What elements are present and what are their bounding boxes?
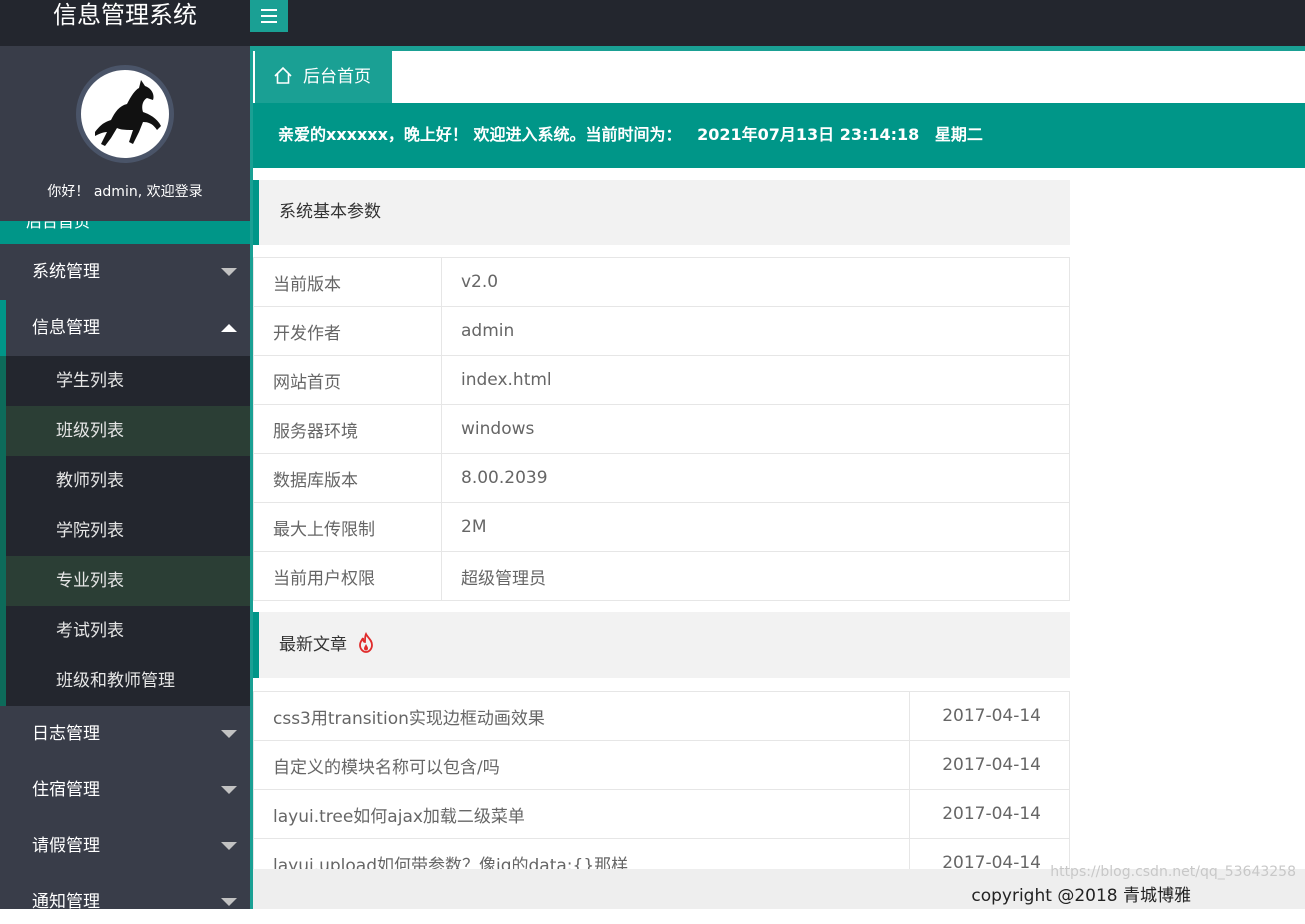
sidebar-submenu-info: 学生列表 班级列表 教师列表 学院列表 专业列表 考试列表 班级和教师管理 xyxy=(0,356,250,706)
param-value: index.html xyxy=(441,355,1070,405)
sidebar-item-info[interactable]: 信息管理 xyxy=(0,300,250,356)
table-row: 开发作者 admin xyxy=(253,306,1070,356)
article-title-link[interactable]: css3用transition实现边框动画效果 xyxy=(253,691,910,741)
param-value: windows xyxy=(441,404,1070,454)
current-datetime: 2021年07月13日 23:14:18 xyxy=(697,125,920,144)
home-icon xyxy=(274,66,292,84)
sidebar-item-notice[interactable]: 通知管理 xyxy=(0,874,250,909)
top-header: 信息管理系统 xyxy=(0,0,1305,46)
chevron-down-icon xyxy=(221,898,237,906)
sidebar-item-label: 请假管理 xyxy=(32,836,100,856)
table-row[interactable]: layui.tree如何ajax加载二级菜单 2017-04-14 xyxy=(253,789,1070,839)
table-row: 当前用户权限 超级管理员 xyxy=(253,551,1070,601)
sidebar-item-home-label: 后台首页 xyxy=(26,221,91,231)
submenu-item-students[interactable]: 学生列表 xyxy=(0,356,250,406)
horse-logo-icon xyxy=(95,80,161,146)
avatar[interactable] xyxy=(76,65,174,163)
sidebar-item-dorm[interactable]: 住宿管理 xyxy=(0,762,250,818)
user-profile: 你好！ admin, 欢迎登录 xyxy=(0,46,250,221)
submenu-item-classes[interactable]: 班级列表 xyxy=(0,406,250,456)
param-value: v2.0 xyxy=(441,257,1070,307)
tab-label: 后台首页 xyxy=(303,67,371,87)
param-key: 当前版本 xyxy=(253,257,442,307)
sidebar-item-logs[interactable]: 日志管理 xyxy=(0,706,250,762)
table-row: 网站首页 index.html xyxy=(253,355,1070,405)
param-key: 服务器环境 xyxy=(253,404,442,454)
chevron-down-icon xyxy=(221,268,237,276)
submenu-item-teachers[interactable]: 教师列表 xyxy=(0,456,250,506)
param-key: 当前用户权限 xyxy=(253,551,442,601)
tab-home[interactable]: 后台首页 xyxy=(255,51,392,103)
chevron-down-icon xyxy=(221,842,237,850)
main-content: 系统基本参数 当前版本 v2.0 开发作者 admin 网站首页 index.html… xyxy=(253,168,1305,888)
system-panel-title-text: 系统基本参数 xyxy=(279,202,381,222)
table-row: 当前版本 v2.0 xyxy=(253,257,1070,307)
app-logo-title[interactable]: 信息管理系统 xyxy=(0,0,250,46)
current-weekday: 星期二 xyxy=(934,125,983,144)
chevron-up-icon xyxy=(221,324,237,332)
article-date: 2017-04-14 xyxy=(909,691,1070,741)
menu-toggle-button[interactable] xyxy=(250,0,288,32)
fire-icon xyxy=(359,631,374,653)
article-title-link[interactable]: 自定义的模块名称可以包含/吗 xyxy=(253,740,910,790)
sidebar-item-label: 信息管理 xyxy=(32,318,100,338)
welcome-message: 你好！ admin, 欢迎登录 xyxy=(47,184,203,200)
chevron-down-icon xyxy=(221,730,237,738)
article-date: 2017-04-14 xyxy=(909,789,1070,839)
system-params-table: 当前版本 v2.0 开发作者 admin 网站首页 index.html 服务器环境 w… xyxy=(253,257,1070,601)
param-key: 数据库版本 xyxy=(253,453,442,503)
greeting-text: 亲爱的xxxxxx，晚上好！ 欢迎进入系统。当前时间为： xyxy=(278,125,682,144)
footer: copyright @2018 青城博雅 https://blog.csdn.n… xyxy=(253,864,1305,909)
sidebar-nav: 系统管理 信息管理 学生列表 班级列表 教师列表 学院列表 专业列表 考试列表 … xyxy=(0,244,250,909)
param-value: 超级管理员 xyxy=(441,551,1070,601)
sidebar-item-label: 住宿管理 xyxy=(32,780,100,800)
param-value: admin xyxy=(441,306,1070,356)
param-value: 2M xyxy=(441,502,1070,552)
param-key: 开发作者 xyxy=(253,306,442,356)
sidebar-item-system[interactable]: 系统管理 xyxy=(0,244,250,300)
table-row[interactable]: 自定义的模块名称可以包含/吗 2017-04-14 xyxy=(253,740,1070,790)
submenu-item-colleges[interactable]: 学院列表 xyxy=(0,506,250,556)
system-panel-title: 系统基本参数 xyxy=(253,180,1070,245)
sidebar-item-home[interactable]: 后台首页 xyxy=(0,221,250,244)
submenu-item-exams[interactable]: 考试列表 xyxy=(0,606,250,656)
submenu-item-majors[interactable]: 专业列表 xyxy=(0,556,250,606)
watermark-text: https://blog.csdn.net/qq_53643258 xyxy=(1050,864,1296,880)
articles-panel-title: 最新文章 xyxy=(253,612,1070,678)
param-value: 8.00.2039 xyxy=(441,453,1070,503)
chevron-down-icon xyxy=(221,786,237,794)
sidebar-item-label: 通知管理 xyxy=(32,892,100,909)
sidebar-item-leave[interactable]: 请假管理 xyxy=(0,818,250,874)
tab-bar: 后台首页 xyxy=(253,51,1305,103)
sidebar-item-label: 系统管理 xyxy=(32,262,100,282)
sidebar: 你好！ admin, 欢迎登录 后台首页 系统管理 信息管理 学生列表 班级列表… xyxy=(0,46,250,909)
article-date: 2017-04-14 xyxy=(909,740,1070,790)
article-title-link[interactable]: layui.tree如何ajax加载二级菜单 xyxy=(253,789,910,839)
table-row: 最大上传限制 2M xyxy=(253,502,1070,552)
hamburger-icon xyxy=(261,15,277,17)
articles-panel-title-text: 最新文章 xyxy=(279,635,347,655)
greeting-banner: 亲爱的xxxxxx，晚上好！ 欢迎进入系统。当前时间为： 2021年07月13日… xyxy=(253,103,1305,168)
table-row: 服务器环境 windows xyxy=(253,404,1070,454)
param-key: 网站首页 xyxy=(253,355,442,405)
articles-table: css3用transition实现边框动画效果 2017-04-14 自定义的模块… xyxy=(253,691,1070,888)
table-row: 数据库版本 8.00.2039 xyxy=(253,453,1070,503)
table-row[interactable]: css3用transition实现边框动画效果 2017-04-14 xyxy=(253,691,1070,741)
submenu-item-class-teacher[interactable]: 班级和教师管理 xyxy=(0,656,250,706)
sidebar-item-label: 日志管理 xyxy=(32,724,100,744)
param-key: 最大上传限制 xyxy=(253,502,442,552)
